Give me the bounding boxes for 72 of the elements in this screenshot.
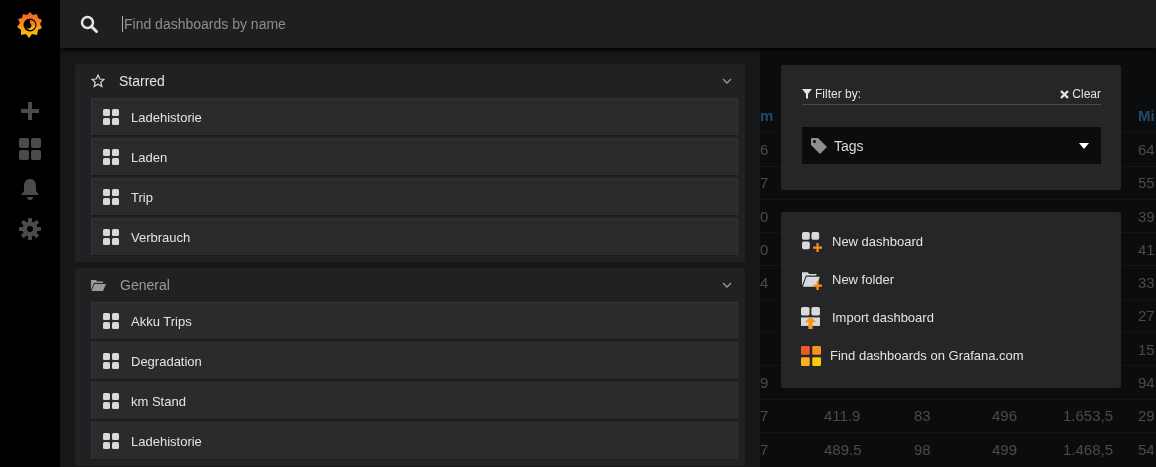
logo-icon[interactable] — [15, 10, 45, 40]
table-cell: 55 — [1138, 174, 1155, 192]
dashboard-item[interactable]: Trip — [91, 178, 738, 216]
table-cell: 27 — [1138, 307, 1155, 325]
plus-icon[interactable] — [21, 102, 39, 120]
dashboard-item[interactable]: km Stand — [91, 382, 738, 420]
table-cell: 489.5 — [824, 440, 862, 458]
dashboard-icon — [103, 189, 119, 205]
dashboard-icon — [103, 229, 119, 245]
tags-dropdown[interactable]: Tags — [802, 127, 1101, 164]
table-cell: 6 — [760, 140, 769, 158]
table-cell: 496 — [992, 407, 1018, 425]
table-cell: 94 — [1138, 374, 1155, 391]
dashboard-item[interactable]: Laden — [91, 138, 738, 176]
table-cell: 7 — [760, 440, 769, 458]
table-cell: 1.653,5 — [1063, 407, 1114, 425]
table-cell: 64 — [1138, 140, 1155, 158]
search-field[interactable]: Find dashboards by name — [122, 16, 524, 32]
table-cell: 29 — [1138, 407, 1155, 425]
table-cell: 0 — [760, 207, 769, 225]
dashboard-icon — [103, 109, 119, 125]
column-header: m — [760, 107, 774, 125]
dashboard-item[interactable]: Verbrauch — [91, 218, 738, 256]
action-link[interactable]: Import dashboard — [801, 307, 1101, 328]
section-title[interactable]: General — [120, 277, 708, 293]
table-cell: 33 — [1138, 274, 1155, 292]
dashboard-item[interactable]: Ladehistorie — [91, 98, 738, 136]
action-link[interactable]: New dashboard — [801, 231, 1101, 252]
table-cell: 7 — [760, 407, 769, 425]
bell-icon[interactable] — [20, 178, 40, 200]
table-cell: 411.9 — [824, 407, 861, 425]
action-link[interactable]: Find dashboards on Grafana.com — [801, 345, 1101, 366]
dashboard-item[interactable]: Degradation — [91, 342, 738, 380]
clear-button[interactable]: Clear — [1060, 87, 1101, 101]
dashboard-add-icon — [801, 231, 823, 252]
dashboard-item[interactable]: Akku Trips — [91, 302, 738, 340]
action-link[interactable]: New folder — [801, 269, 1101, 290]
star-icon — [91, 74, 105, 88]
table-cell: 0 — [760, 240, 769, 258]
folder-add-icon — [801, 269, 823, 290]
search-icon — [80, 15, 98, 33]
caret-icon — [1079, 142, 1089, 149]
close-icon — [1060, 89, 1070, 99]
folder-icon — [91, 279, 106, 291]
filter-icon — [802, 89, 812, 99]
dashboard-icon — [103, 353, 119, 369]
dashboards-icon[interactable] — [19, 138, 41, 160]
dashboard-icon — [103, 433, 119, 449]
table-cell: 41 — [1138, 240, 1155, 258]
dashboard-item[interactable]: Ladehistorie — [91, 422, 738, 460]
table-cell: 83 — [914, 407, 931, 425]
tag-icon — [811, 137, 827, 154]
dashboard-upload-icon — [801, 306, 823, 329]
grid-icon — [801, 345, 821, 366]
table-cell: 1.468,5 — [1063, 440, 1114, 458]
table-cell: 15 — [1138, 340, 1155, 358]
table-cell: 7 — [760, 174, 769, 192]
dashboard-icon — [103, 393, 119, 409]
table-cell: 9 — [760, 374, 769, 391]
filter-label: Filter by: — [815, 87, 861, 101]
table-cell: 39 — [1138, 207, 1155, 225]
chevron-icon[interactable] — [722, 76, 732, 86]
dashboard-icon — [103, 149, 119, 165]
chevron-icon[interactable] — [722, 280, 732, 290]
table-cell: 499 — [992, 440, 1018, 458]
settings-icon[interactable] — [19, 218, 41, 240]
table-cell: 98 — [914, 440, 931, 458]
dashboard-icon — [103, 313, 119, 329]
column-header: Mi — [1138, 107, 1155, 125]
section-title[interactable]: Starred — [119, 73, 708, 89]
table-cell: 54 — [1138, 440, 1155, 458]
table-cell: 4 — [760, 274, 769, 292]
